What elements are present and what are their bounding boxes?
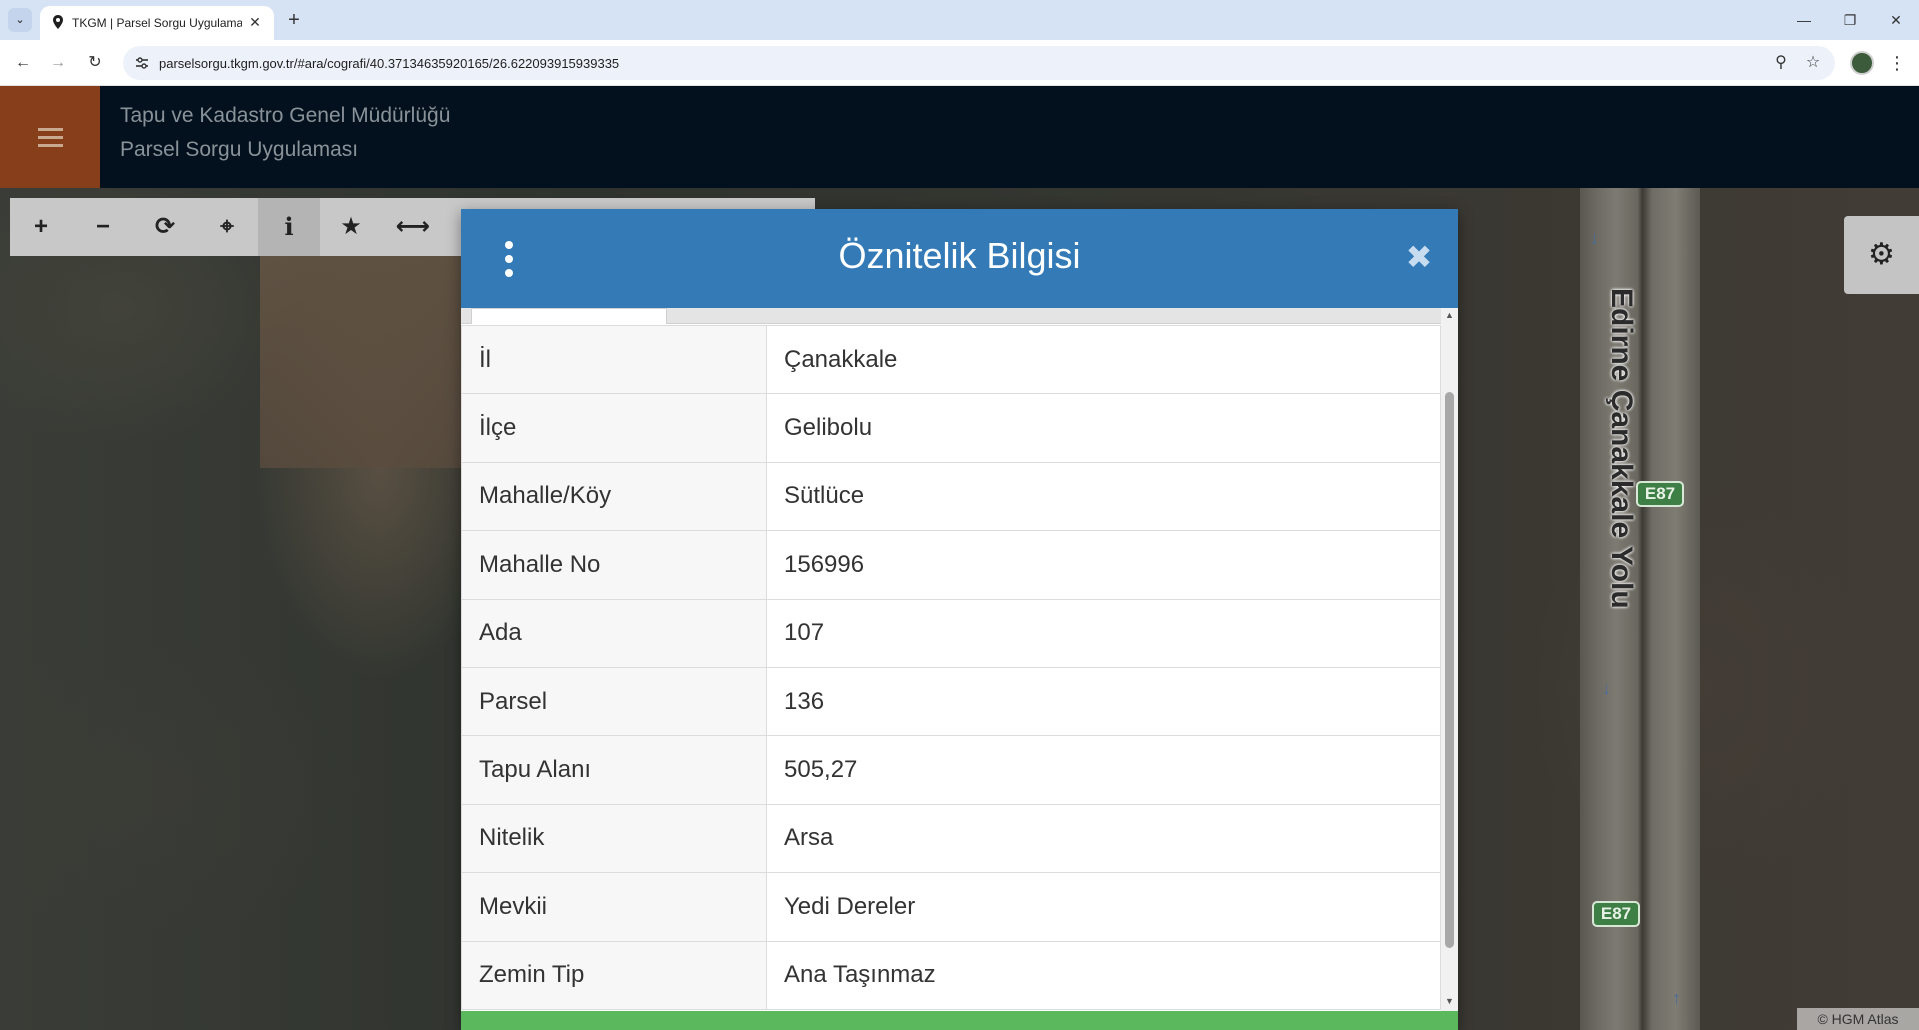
dialog-title: Öznitelik Bilgisi (838, 235, 1081, 276)
scroll-down-arrow-icon[interactable]: ▼ (1441, 996, 1458, 1010)
attribute-value: Arsa (766, 803, 1441, 874)
dialog-footer (461, 1011, 1458, 1030)
favorite-star-icon[interactable]: ★ (320, 198, 382, 256)
dialog-tab-active[interactable] (471, 308, 667, 324)
attribute-value: Yedi Dereler (766, 872, 1441, 942)
url-text[interactable]: parselsorgu.tkgm.gov.tr/#ara/cografi/40.… (159, 56, 619, 71)
road-shield-e87-lower: E87 (1592, 901, 1640, 927)
attribute-value: Ana Taşınmaz (766, 940, 1441, 1010)
road-direction-arrow-icon: ↓ (1602, 678, 1611, 698)
attribute-key: Parsel (461, 666, 767, 737)
profile-avatar[interactable] (1850, 51, 1874, 75)
browser-menu-kebab-icon[interactable]: ⋮ (1887, 50, 1907, 76)
bookmark-star-outline-icon[interactable]: ☆ (1803, 53, 1823, 73)
settings-gear-icon[interactable]: ⚙ (1844, 216, 1919, 294)
attribute-key: İl (461, 325, 767, 395)
zoom-out-icon[interactable]: − (72, 198, 134, 256)
table-row: Ada 107 (461, 598, 1441, 668)
app-title-line2: Parsel Sorgu Uygulaması (120, 138, 359, 161)
address-bar[interactable]: parselsorgu.tkgm.gov.tr/#ara/cografi/40.… (123, 46, 1835, 80)
dialog-close-icon[interactable]: ✖ (1401, 239, 1437, 275)
attribute-value: Çanakkale (766, 325, 1441, 395)
road-direction-arrow-icon: ↓ (1590, 228, 1599, 248)
location-pin-icon (53, 15, 63, 29)
reload-icon[interactable]: ↻ (82, 50, 108, 76)
table-row: Mahalle No 156996 (461, 530, 1441, 600)
tab-title: TKGM | Parsel Sorgu Uygulaması (72, 16, 242, 30)
attribute-key: Zemin Tip (461, 940, 767, 1010)
attribute-value: 156996 (766, 530, 1441, 600)
attribute-key: İlçe (461, 393, 767, 463)
scrollbar-thumb[interactable] (1445, 392, 1454, 948)
attribute-value: Gelibolu (766, 393, 1441, 463)
locate-crosshair-icon[interactable]: ⌖ (196, 198, 258, 256)
dialog-header: Öznitelik Bilgisi ✖ (461, 209, 1458, 308)
attribute-value: Sütlüce (766, 461, 1441, 532)
attribute-table-container[interactable]: İl Çanakkale İlçe Gelibolu Mahalle/Köy S… (461, 325, 1441, 1011)
table-row: Zemin Tip Ana Taşınmaz (461, 940, 1441, 1010)
forward-arrow-icon[interactable]: → (45, 50, 71, 76)
table-row: Nitelik Arsa (461, 803, 1441, 874)
new-tab-plus-icon[interactable]: + (282, 8, 306, 32)
attribute-value: 136 (766, 666, 1441, 737)
table-row: Mahalle/Köy Sütlüce (461, 461, 1441, 532)
browser-tab-bar: ⌄ TKGM | Parsel Sorgu Uygulaması ✕ + — ❐… (0, 0, 1919, 40)
browser-tab[interactable]: TKGM | Parsel Sorgu Uygulaması ✕ (40, 6, 274, 40)
measure-arrows-icon[interactable]: ⟷ (382, 198, 444, 256)
road-shield-e87: E87 (1636, 481, 1684, 507)
attribute-key: Ada (461, 598, 767, 668)
table-row: Mevkii Yedi Dereler (461, 872, 1441, 942)
hamburger-menu-icon[interactable] (0, 86, 100, 188)
map-attribution[interactable]: © HGM Atlas (1797, 1008, 1919, 1030)
app-header: Tapu ve Kadastro Genel Müdürlüğü Parsel … (0, 86, 1919, 188)
tab-search-chevron-down-icon[interactable]: ⌄ (8, 8, 32, 32)
app-title-line1: Tapu ve Kadastro Genel Müdürlüğü (120, 104, 451, 127)
info-icon[interactable]: i (258, 198, 320, 256)
scroll-up-arrow-icon[interactable]: ▲ (1441, 310, 1458, 324)
attribute-info-dialog: Öznitelik Bilgisi ✖ İl Çanakkale İlçe Ge… (461, 209, 1458, 1030)
close-tab-icon[interactable]: ✕ (244, 11, 266, 33)
dialog-tab-strip (461, 308, 1441, 324)
table-row: Tapu Alanı 505,27 (461, 735, 1441, 805)
table-row: Parsel 136 (461, 666, 1441, 737)
restore-icon[interactable]: ❐ (1827, 0, 1873, 40)
attribute-key: Mevkii (461, 872, 767, 942)
attribute-value: 505,27 (766, 735, 1441, 805)
road-direction-arrow-icon: ↑ (1672, 988, 1681, 1008)
road-name-label: Edirne Çanakkale Yolu (1605, 288, 1638, 609)
table-row: İlçe Gelibolu (461, 393, 1441, 463)
attribute-key: Mahalle No (461, 530, 767, 600)
minimize-icon[interactable]: — (1781, 0, 1827, 40)
zoom-icon[interactable]: ⚲ (1771, 53, 1791, 73)
attribute-key: Nitelik (461, 803, 767, 874)
site-settings-icon[interactable] (133, 54, 151, 72)
dialog-scrollbar[interactable]: ▲ ▼ (1441, 308, 1458, 1011)
window-close-icon[interactable]: ✕ (1873, 0, 1919, 40)
back-arrow-icon[interactable]: ← (10, 50, 36, 76)
zoom-in-icon[interactable]: + (10, 198, 72, 256)
browser-nav-bar: ← → ↻ parselsorgu.tkgm.gov.tr/#ara/cogra… (0, 40, 1919, 86)
attribute-table: İl Çanakkale İlçe Gelibolu Mahalle/Köy S… (461, 325, 1441, 1010)
attribute-key: Tapu Alanı (461, 735, 767, 805)
refresh-icon[interactable]: ⟳ (134, 198, 196, 256)
attribute-value: 107 (766, 598, 1441, 668)
table-row: İl Çanakkale (461, 325, 1441, 395)
attribute-key: Mahalle/Köy (461, 461, 767, 532)
